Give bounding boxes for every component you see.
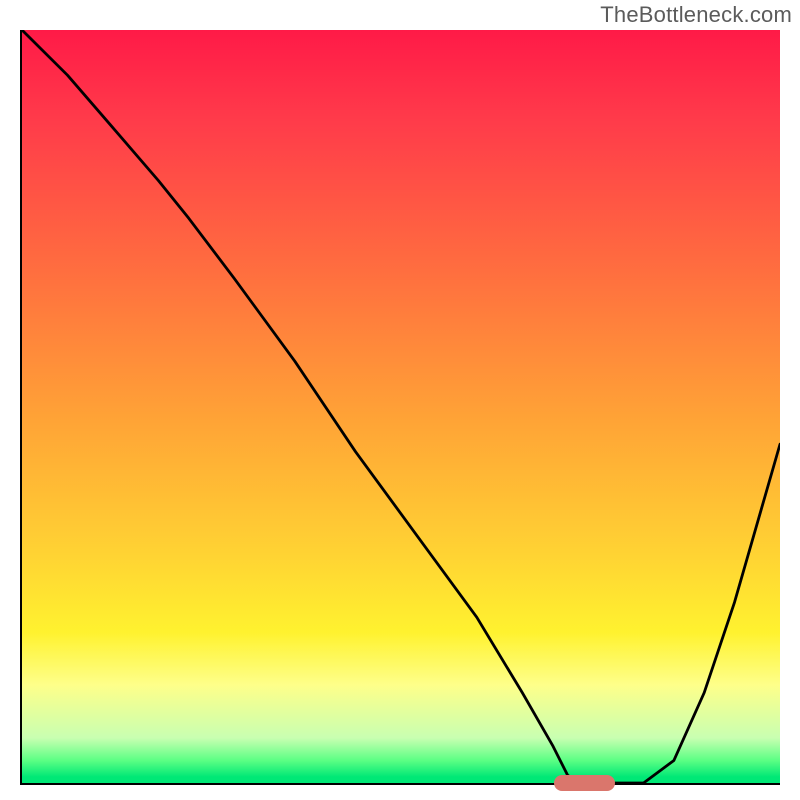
bottleneck-curve-path [22, 30, 780, 783]
watermark-text: TheBottleneck.com [600, 2, 792, 28]
plot-area [20, 30, 780, 785]
optimal-zone-marker [554, 775, 615, 791]
bottleneck-chart: TheBottleneck.com [0, 0, 800, 800]
curve-layer [22, 30, 780, 783]
